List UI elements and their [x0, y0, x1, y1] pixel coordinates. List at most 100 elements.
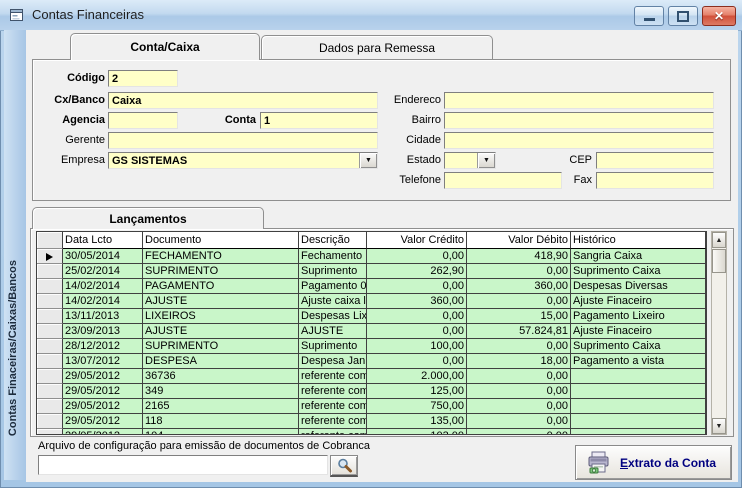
table-row[interactable]: 29/05/201236736referente com2.000,000,00 [37, 369, 706, 384]
column-header[interactable]: Documento [143, 232, 299, 249]
row-selector[interactable] [37, 369, 63, 384]
grid-cell: 360,00 [467, 279, 571, 294]
row-selector[interactable] [37, 339, 63, 354]
column-header[interactable]: Valor Crédito [367, 232, 467, 249]
extrato-da-conta-button[interactable]: Extrato da Conta [575, 445, 732, 480]
column-header[interactable]: Histórico [571, 232, 706, 249]
codigo-field[interactable] [108, 70, 178, 87]
column-header[interactable]: Descrição [299, 232, 367, 249]
row-indicator-icon [46, 253, 53, 261]
titlebar[interactable]: Contas Financeiras ✕ [0, 0, 742, 31]
estado-combobox[interactable]: ▼ [444, 152, 496, 169]
table-row[interactable]: 29/05/20122165referente com750,000,00 [37, 399, 706, 414]
row-selector[interactable] [37, 429, 63, 435]
grid-cell: 0,00 [467, 264, 571, 279]
grid-cell: Ajuste caixa l [299, 294, 367, 309]
grid-cell: Suprimento Caixa [571, 264, 706, 279]
grid-cell: 0,00 [367, 354, 467, 369]
table-row[interactable]: 29/05/2012349referente com125,000,00 [37, 384, 706, 399]
grid-cell: 57.824,81 [467, 324, 571, 339]
row-selector[interactable] [37, 309, 63, 324]
empresa-combobox[interactable]: GS SISTEMAS ▼ [108, 152, 378, 169]
tab-lancamentos[interactable]: Lançamentos [32, 207, 264, 229]
empresa-label: Empresa [30, 154, 105, 166]
grid-cell: Suprimento [299, 339, 367, 354]
grid-cell: referente com [299, 384, 367, 399]
row-selector[interactable] [37, 384, 63, 399]
grid-scrollbar[interactable]: ▲ ▼ [711, 231, 727, 435]
grid-cell [571, 429, 706, 435]
row-selector[interactable] [37, 279, 63, 294]
grid-cell: 0,00 [467, 429, 571, 435]
scrollbar-thumb[interactable] [712, 249, 726, 273]
grid-cell: 125,00 [367, 384, 467, 399]
table-row[interactable]: 23/09/2013AJUSTEAJUSTE0,0057.824,81Ajust… [37, 324, 706, 339]
cxbanco-field[interactable] [108, 92, 378, 109]
row-selector[interactable] [37, 414, 63, 429]
conta-label: Conta [186, 114, 256, 126]
maximize-button[interactable] [668, 6, 698, 26]
table-row[interactable]: 13/11/2013LIXEIROSDespesas Lix0,0015,00P… [37, 309, 706, 324]
fax-field[interactable] [596, 172, 714, 189]
table-row[interactable]: 29/05/2012118referente com135,000,00 [37, 414, 706, 429]
header-selector-cell [37, 232, 63, 249]
cidade-label: Cidade [356, 134, 441, 146]
table-row[interactable]: 29/05/2012104referente com103,000,00 [37, 429, 706, 435]
scroll-down-icon[interactable]: ▼ [712, 418, 726, 434]
close-button[interactable]: ✕ [702, 6, 736, 26]
grid-cell: 14/02/2014 [63, 294, 143, 309]
lancamentos-page: Data Lcto Documento Descrição Valor Créd… [30, 228, 734, 437]
tab-dados-para-remessa[interactable]: Dados para Remessa [261, 35, 493, 59]
grid-cell: 118 [143, 414, 299, 429]
table-row[interactable]: 14/02/2014PAGAMENTOPagamento 00,00360,00… [37, 279, 706, 294]
column-header[interactable]: Data Lcto [63, 232, 143, 249]
grid-cell: AJUSTE [143, 294, 299, 309]
codigo-label: Código [30, 72, 105, 84]
grid-cell: 135,00 [367, 414, 467, 429]
table-row[interactable]: 30/05/2014FECHAMENTOFechamento0,00418,90… [37, 249, 706, 264]
endereco-field[interactable] [444, 92, 714, 109]
grid-cell: SUPRIMENTO [143, 339, 299, 354]
endereco-label: Endereco [356, 94, 441, 106]
grid-cell: AJUSTE [299, 324, 367, 339]
maximize-icon [677, 11, 689, 22]
grid-cell: 29/05/2012 [63, 414, 143, 429]
chevron-down-icon[interactable]: ▼ [477, 153, 495, 168]
search-icon [336, 457, 353, 474]
row-selector[interactable] [37, 294, 63, 309]
grid-cell: 29/05/2012 [63, 399, 143, 414]
cep-field[interactable] [596, 152, 714, 169]
grid-cell: 0,00 [367, 309, 467, 324]
grid-header: Data Lcto Documento Descrição Valor Créd… [37, 232, 706, 249]
grid-cell: Fechamento [299, 249, 367, 264]
fax-label: Fax [526, 174, 592, 186]
grid-cell: 29/05/2012 [63, 369, 143, 384]
row-indicator[interactable] [37, 249, 63, 264]
grid-cell: 0,00 [367, 279, 467, 294]
config-file-input[interactable] [38, 455, 328, 475]
side-strip: Contas Finaceiras/Caixas/Bancos [4, 30, 27, 480]
row-selector[interactable] [37, 354, 63, 369]
grid-cell: Pagamento a vista [571, 354, 706, 369]
gerente-field[interactable] [108, 132, 378, 149]
bairro-field[interactable] [444, 112, 714, 129]
minimize-button[interactable] [634, 6, 664, 26]
agencia-field[interactable] [108, 112, 178, 129]
scroll-up-icon[interactable]: ▲ [712, 232, 726, 248]
row-selector[interactable] [37, 264, 63, 279]
tab-conta-caixa[interactable]: Conta/Caixa [70, 33, 260, 60]
table-row[interactable]: 14/02/2014AJUSTEAjuste caixa l360,000,00… [37, 294, 706, 309]
table-row[interactable]: 13/07/2012DESPESADespesa Jan0,0018,00Pag… [37, 354, 706, 369]
table-row[interactable]: 28/12/2012SUPRIMENTOSuprimento100,000,00… [37, 339, 706, 354]
cidade-field[interactable] [444, 132, 714, 149]
grid-cell: 0,00 [467, 369, 571, 384]
row-selector[interactable] [37, 399, 63, 414]
table-row[interactable]: 25/02/2014SUPRIMENTOSuprimento262,900,00… [37, 264, 706, 279]
search-file-button[interactable] [330, 455, 358, 477]
grid-cell: 360,00 [367, 294, 467, 309]
column-header[interactable]: Valor Débito [467, 232, 571, 249]
bairro-label: Bairro [356, 114, 441, 126]
grid-cell [571, 369, 706, 384]
row-selector[interactable] [37, 324, 63, 339]
grid-cell: referente com [299, 429, 367, 435]
